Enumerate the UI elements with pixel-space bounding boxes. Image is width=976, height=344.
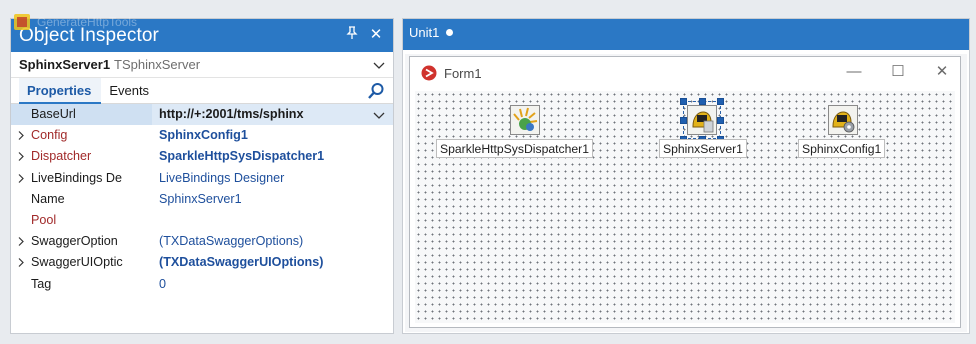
property-name: LiveBindings De	[11, 168, 152, 189]
property-row[interactable]: Pool	[11, 210, 393, 231]
property-name: BaseUrl	[11, 104, 152, 126]
property-name-text: Pool	[31, 212, 57, 227]
sphinx-server-icon	[687, 105, 717, 135]
selected-object-class: TSphinxServer	[114, 57, 201, 72]
close-icon[interactable]: ✕	[367, 26, 385, 44]
property-row[interactable]: Name SphinxServer1	[11, 189, 393, 210]
property-value[interactable]: LiveBindings Designer	[152, 168, 393, 189]
chevron-right-icon[interactable]	[17, 152, 25, 162]
form-canvas[interactable]: SparkleHttpSysDispatcher1 SphinxServer1 …	[415, 91, 955, 323]
property-row[interactable]: Config SphinxConfig1	[11, 125, 393, 146]
property-name: Config	[11, 125, 152, 146]
property-name: Name	[11, 189, 152, 210]
property-name-text: Tag	[31, 276, 52, 291]
delphi-app-icon	[14, 14, 30, 30]
chevron-right-icon[interactable]	[17, 131, 25, 141]
property-value[interactable]: SphinxServer1	[152, 189, 393, 210]
tab-unit1-label: Unit1	[409, 25, 440, 40]
form-designer-panel: Unit1 Form1 — ☐ ✕ SparkleHttpSysDispatch…	[402, 18, 970, 334]
search-icon[interactable]	[367, 82, 385, 100]
property-name: Tag	[11, 274, 152, 295]
property-value[interactable]	[152, 210, 393, 231]
inspector-tabs: Properties Events	[11, 77, 393, 104]
modified-dot-icon	[446, 29, 454, 36]
property-row[interactable]: Dispatcher SparkleHttpSysDispatcher1	[11, 146, 393, 167]
ghost-window-title: GenerateHttpTools	[37, 15, 138, 29]
component-label: SphinxConfig1	[798, 139, 886, 158]
tab-unit1[interactable]: Unit1	[409, 25, 454, 40]
property-row[interactable]: Tag 0	[11, 274, 393, 295]
sphinx-config-icon	[828, 105, 858, 135]
minimize-icon[interactable]: —	[846, 64, 862, 80]
property-name-text: SwaggerOption	[31, 234, 118, 249]
component-label: SparkleHttpSysDispatcher1	[436, 139, 594, 158]
property-name: Pool	[11, 210, 152, 231]
resize-handle[interactable]	[680, 117, 687, 124]
chevron-right-icon[interactable]	[17, 237, 25, 247]
property-value[interactable]: http://+:2001/tms/sphinx	[152, 104, 393, 125]
property-name: SwaggerUIOptic	[11, 252, 152, 273]
property-name: Dispatcher	[11, 146, 152, 167]
resize-handle[interactable]	[680, 98, 687, 105]
property-grid: BaseUrl http://+:2001/tms/sphinx Config Sph…	[11, 104, 393, 295]
property-row[interactable]: SwaggerOption (TXDataSwaggerOptions)	[11, 231, 393, 252]
property-name-text: LiveBindings De	[31, 170, 123, 185]
design-surface: Form1 — ☐ ✕ SparkleHttpSysDispatcher1 Sp…	[405, 54, 967, 332]
form-titlebar[interactable]: Form1 — ☐ ✕	[410, 57, 960, 89]
property-name-text: Config	[31, 128, 68, 143]
chevron-right-icon[interactable]	[17, 258, 25, 268]
chevron-right-icon[interactable]	[17, 173, 25, 183]
property-name: SwaggerOption	[11, 231, 152, 252]
resize-handle[interactable]	[717, 98, 724, 105]
property-name-text: SwaggerUIOptic	[31, 255, 123, 270]
close-icon[interactable]: ✕	[934, 64, 950, 80]
selected-object-name: SphinxServer1	[19, 57, 111, 72]
document-tab-bar: Unit1	[403, 19, 969, 50]
chevron-down-icon	[373, 62, 385, 69]
property-value[interactable]: SphinxConfig1	[152, 125, 393, 146]
property-row[interactable]: LiveBindings De LiveBindings Designer	[11, 168, 393, 189]
form-icon	[421, 65, 437, 81]
form-title: Form1	[444, 65, 482, 81]
resize-handle[interactable]	[717, 117, 724, 124]
property-row[interactable]: BaseUrl http://+:2001/tms/sphinx	[11, 104, 393, 126]
tab-events[interactable]: Events	[101, 78, 159, 104]
property-value[interactable]: (TXDataSwaggerOptions)	[152, 231, 393, 252]
chevron-down-icon[interactable]	[373, 110, 385, 120]
property-value[interactable]: (TXDataSwaggerUIOptions)	[152, 252, 393, 273]
form-window[interactable]: Form1 — ☐ ✕ SparkleHttpSysDispatcher1 Sp…	[409, 56, 961, 328]
property-value[interactable]: 0	[152, 274, 393, 295]
property-row[interactable]: SwaggerUIOptic (TXDataSwaggerUIOptions)	[11, 252, 393, 273]
resize-handle[interactable]	[699, 98, 706, 105]
sparkle-dispatcher-icon	[510, 105, 540, 135]
tab-properties[interactable]: Properties	[19, 77, 102, 104]
property-name-text: BaseUrl	[31, 107, 76, 121]
component-label: SphinxServer1	[659, 139, 747, 158]
object-inspector-panel: GenerateHttpTools Object Inspector ✕ Sph…	[10, 14, 394, 334]
pin-icon[interactable]	[343, 26, 361, 44]
property-name-text: Name	[31, 191, 65, 206]
maximize-icon[interactable]: ☐	[890, 64, 906, 80]
object-inspector-titlebar[interactable]: GenerateHttpTools Object Inspector ✕	[11, 14, 393, 52]
property-name-text: Dispatcher	[31, 149, 92, 164]
object-selector-dropdown[interactable]: SphinxServer1 TSphinxServer	[11, 52, 393, 78]
property-value[interactable]: SparkleHttpSysDispatcher1	[152, 146, 393, 167]
